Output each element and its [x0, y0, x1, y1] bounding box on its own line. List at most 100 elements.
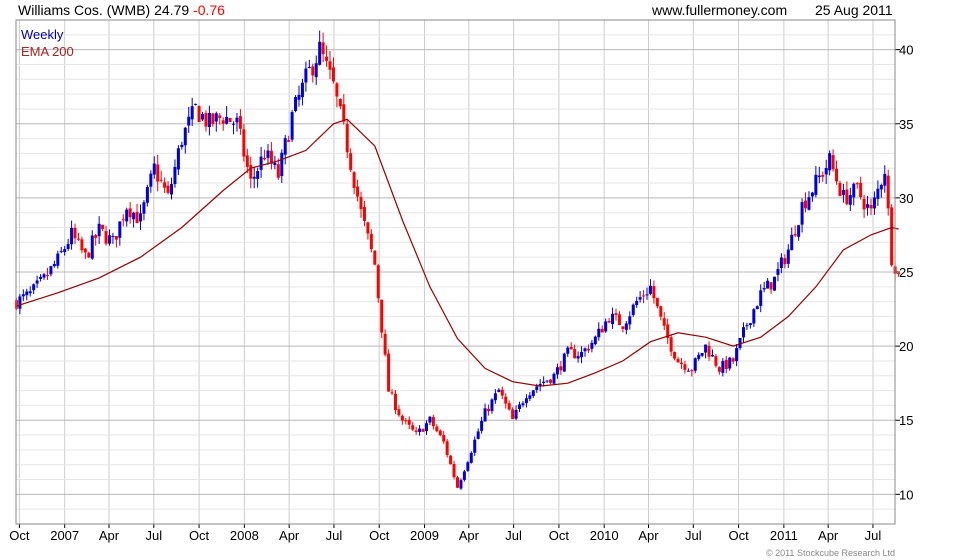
y-tick-label: 15 [899, 413, 913, 428]
candle-body [824, 168, 828, 175]
x-tick-label: Jul [505, 528, 522, 543]
candle-body [256, 171, 260, 179]
candle-body [35, 280, 39, 284]
candle-body [335, 83, 339, 97]
candle-body [518, 404, 522, 409]
x-tick-label: Apr [638, 528, 659, 543]
candle-body [214, 113, 218, 122]
candle-body [201, 114, 205, 120]
candle-body [669, 337, 673, 352]
candle-body [576, 356, 580, 359]
candle-body [166, 185, 170, 193]
candle-body [859, 182, 863, 198]
candle-body [600, 328, 604, 333]
candle-body [480, 420, 484, 431]
candle-body [373, 250, 377, 265]
x-tick-label: Oct [369, 528, 390, 543]
candle-body [607, 321, 611, 323]
candle-body [790, 234, 794, 251]
x-tick-label: Oct [9, 528, 30, 543]
legend-ema: EMA 200 [21, 44, 74, 59]
candle-body [514, 410, 518, 419]
candle-body [852, 183, 856, 198]
candle-body [642, 295, 646, 297]
candle-body [207, 113, 211, 128]
candle-body [407, 419, 411, 425]
candle-body [662, 318, 666, 326]
y-tick-label: 35 [899, 117, 913, 132]
candle-body [442, 435, 446, 442]
candle-body [94, 235, 98, 238]
candle-body [104, 231, 108, 244]
candle-body [418, 428, 422, 432]
candle-body [318, 41, 322, 65]
candle-body [566, 347, 570, 354]
candle-body [704, 344, 708, 353]
candle-body [187, 116, 191, 126]
candle-body [176, 148, 180, 170]
candle-body [614, 313, 618, 315]
copyright-notice: © 2011 Stockcube Research Ltd [765, 548, 895, 558]
candle-body [369, 233, 373, 250]
candle-body [76, 238, 80, 240]
candle-body [731, 358, 735, 362]
candle-body [238, 116, 242, 129]
candle-body [138, 213, 142, 222]
candle-body [45, 275, 49, 277]
candle-body [449, 455, 453, 465]
candle-body [580, 351, 584, 358]
candle-body [156, 164, 160, 182]
candle-body [562, 353, 566, 372]
candle-body [180, 144, 184, 148]
candle-body [66, 244, 70, 249]
candle-body [635, 300, 639, 306]
candle-body [135, 211, 139, 224]
y-tick-label: 40 [899, 43, 913, 58]
candle-body [59, 251, 63, 253]
candle-body [583, 348, 587, 352]
candle-body [356, 186, 360, 197]
y-tick-label: 25 [899, 265, 913, 280]
candle-body [121, 219, 125, 221]
candle-body [190, 106, 194, 120]
candle-body [776, 269, 780, 275]
candle-body [724, 359, 728, 369]
x-tick-label: Oct [189, 528, 210, 543]
candle-body [862, 198, 866, 210]
candle-body [804, 200, 808, 209]
x-tick-label: 2008 [230, 528, 259, 543]
candle-body [590, 342, 594, 349]
candle-body [125, 209, 129, 222]
candle-body [793, 234, 797, 236]
candle-body [655, 297, 659, 307]
candle-body [676, 359, 680, 363]
candle-body [128, 208, 132, 218]
candle-body [759, 290, 763, 306]
candle-body [83, 248, 87, 253]
candle-body [338, 98, 342, 107]
candle-body [624, 323, 628, 330]
candle-body [714, 356, 718, 366]
candle-body [428, 416, 432, 423]
candle-body [497, 389, 501, 393]
candle-body [838, 182, 842, 196]
candle-body [855, 183, 859, 185]
candle-body [648, 285, 652, 294]
candle-body [511, 409, 515, 420]
candle-body [721, 361, 725, 373]
candle-body [39, 276, 43, 279]
candle-body [573, 349, 577, 359]
candle-body [748, 323, 752, 325]
y-tick-label: 20 [899, 339, 913, 354]
candle-body [717, 367, 721, 372]
x-tick-label: Jul [326, 528, 343, 543]
candle-body [393, 393, 397, 411]
candle-body [263, 157, 267, 160]
candle-body [773, 276, 777, 291]
candle-body [686, 370, 690, 372]
candle-body [52, 263, 56, 267]
candle-body [473, 439, 477, 453]
candle-body [597, 328, 601, 338]
candle-body [328, 61, 332, 70]
candle-body [366, 222, 370, 234]
